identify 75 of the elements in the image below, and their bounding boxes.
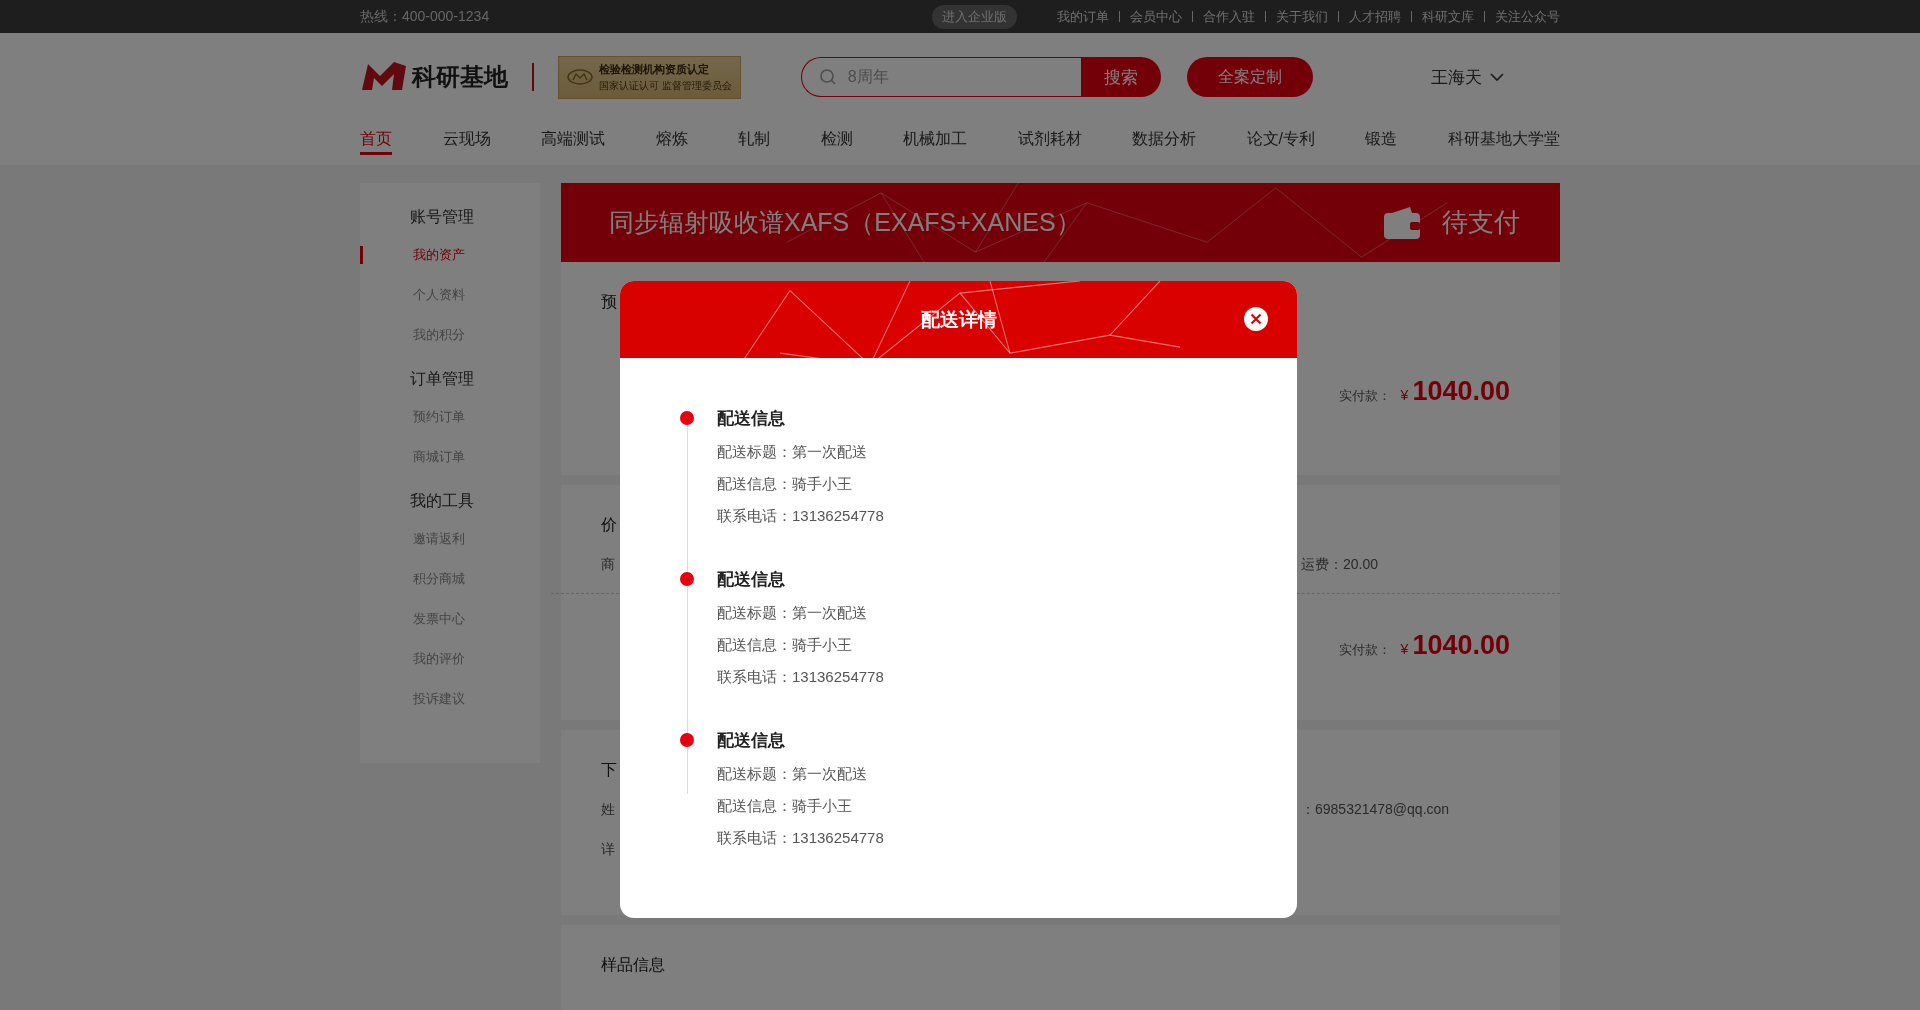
entry-detail: 配送标题：第一次配送 [717, 764, 868, 784]
top-link[interactable]: 合作入驻 [1193, 7, 1265, 26]
currency-sign: ¥ [1400, 641, 1409, 657]
entry-detail: 联系电话：13136254778 [717, 828, 885, 848]
card-heading: 下 [601, 760, 617, 780]
entry-detail: 配送信息：骑手小王 [717, 796, 853, 816]
nav-tab[interactable]: 轧制 [738, 121, 770, 155]
entry-title: 配送信息 [717, 568, 785, 591]
sidebar-item[interactable]: 投诉建议 [360, 679, 540, 719]
paid-amount: 1040.00 [1412, 630, 1510, 661]
timeline-dot [679, 410, 695, 426]
seal-icon [567, 69, 593, 85]
top-link[interactable]: 我的订单 [1047, 7, 1119, 26]
logo-text: 科研基地 [412, 62, 508, 92]
entry-detail: 配送标题：第一次配送 [717, 442, 868, 462]
top-link[interactable]: 关注公众号 [1485, 7, 1560, 26]
field-text: 运费：20.00 [1301, 556, 1380, 574]
top-link[interactable]: 科研文库 [1412, 7, 1484, 26]
dialog-title: 配送详情 [920, 307, 997, 332]
sidebar-item[interactable]: 预约订单 [360, 397, 540, 437]
sidebar-item[interactable]: 邀请返利 [360, 519, 540, 559]
service-title: 同步辐射吸收谱XAFS（EXAFS+XANES） [609, 207, 1081, 238]
custom-button[interactable]: 全案定制 [1186, 57, 1313, 97]
top-link[interactable]: 关于我们 [1266, 7, 1338, 26]
nav-tab[interactable]: 熔炼 [655, 121, 688, 155]
order-status: 待支付 [1442, 206, 1520, 239]
nav-tab[interactable]: 论文/专利 [1246, 121, 1315, 155]
card-heading: 样品信息 [601, 955, 665, 975]
currency-sign: ¥ [1400, 387, 1409, 403]
nav-tab[interactable]: 高端测试 [541, 121, 605, 155]
card-heading: 价 [601, 515, 617, 535]
timeline-dot [679, 732, 695, 748]
nav-tab[interactable]: 试剂耗材 [1017, 121, 1082, 155]
sidebar-heading: 我的工具 [409, 491, 475, 511]
entry-detail: 配送信息：骑手小王 [717, 635, 853, 655]
sidebar-heading: 订单管理 [409, 369, 475, 389]
wallet-icon [1382, 204, 1422, 241]
field-text: 商 [601, 556, 615, 574]
top-link[interactable]: 人才招聘 [1339, 7, 1411, 26]
paid-label: 实付款： [1338, 641, 1391, 659]
top-link[interactable]: 会员中心 [1120, 7, 1192, 26]
field-text: ：6985321478@qq.con [1301, 801, 1451, 819]
sidebar-item[interactable]: 我的评价 [360, 639, 540, 679]
search-icon [818, 68, 837, 86]
nav-tab[interactable]: 云现场 [442, 121, 491, 155]
chevron-down-icon[interactable] [1489, 72, 1504, 82]
paid-label: 实付款： [1338, 387, 1391, 405]
card-heading: 预 [601, 292, 617, 312]
sidebar-item[interactable]: 我的积分 [360, 315, 540, 355]
entry-title: 配送信息 [717, 407, 785, 430]
field-text: 详 [601, 841, 615, 859]
hotline-text: 热线：400-000-1234 [360, 7, 490, 26]
sidebar-heading: 账号管理 [409, 207, 475, 227]
sidebar-item[interactable]: 个人资料 [360, 275, 540, 315]
nav-tab[interactable]: 首页 [360, 121, 392, 155]
nav-tab[interactable]: 锻造 [1365, 121, 1398, 155]
entry-title: 配送信息 [717, 729, 785, 752]
close-icon[interactable] [1243, 306, 1269, 332]
sidebar-item[interactable]: 商城订单 [360, 437, 540, 477]
nav-tab[interactable]: 数据分析 [1132, 121, 1196, 155]
entry-detail: 配送标题：第一次配送 [717, 603, 868, 623]
nav-tab[interactable]: 机械加工 [903, 121, 967, 155]
certification-title: 检验检测机构资质认定 [599, 61, 710, 77]
entry-detail: 联系电话：13136254778 [717, 667, 885, 687]
nav-tab[interactable]: 科研基地大学堂 [1447, 121, 1560, 155]
timeline-dot [679, 571, 695, 587]
sidebar-item[interactable]: 我的资产 [360, 246, 540, 264]
user-name[interactable]: 王海天 [1430, 65, 1482, 89]
search-button[interactable]: 搜索 [1080, 57, 1161, 97]
field-text: 姓 [601, 801, 615, 819]
entry-detail: 配送信息：骑手小王 [717, 474, 853, 494]
nav-tab[interactable]: 检测 [820, 121, 853, 155]
entry-detail: 联系电话：13136254778 [717, 506, 885, 526]
paid-amount: 1040.00 [1412, 376, 1510, 407]
sidebar-item[interactable]: 积分商城 [360, 559, 540, 599]
